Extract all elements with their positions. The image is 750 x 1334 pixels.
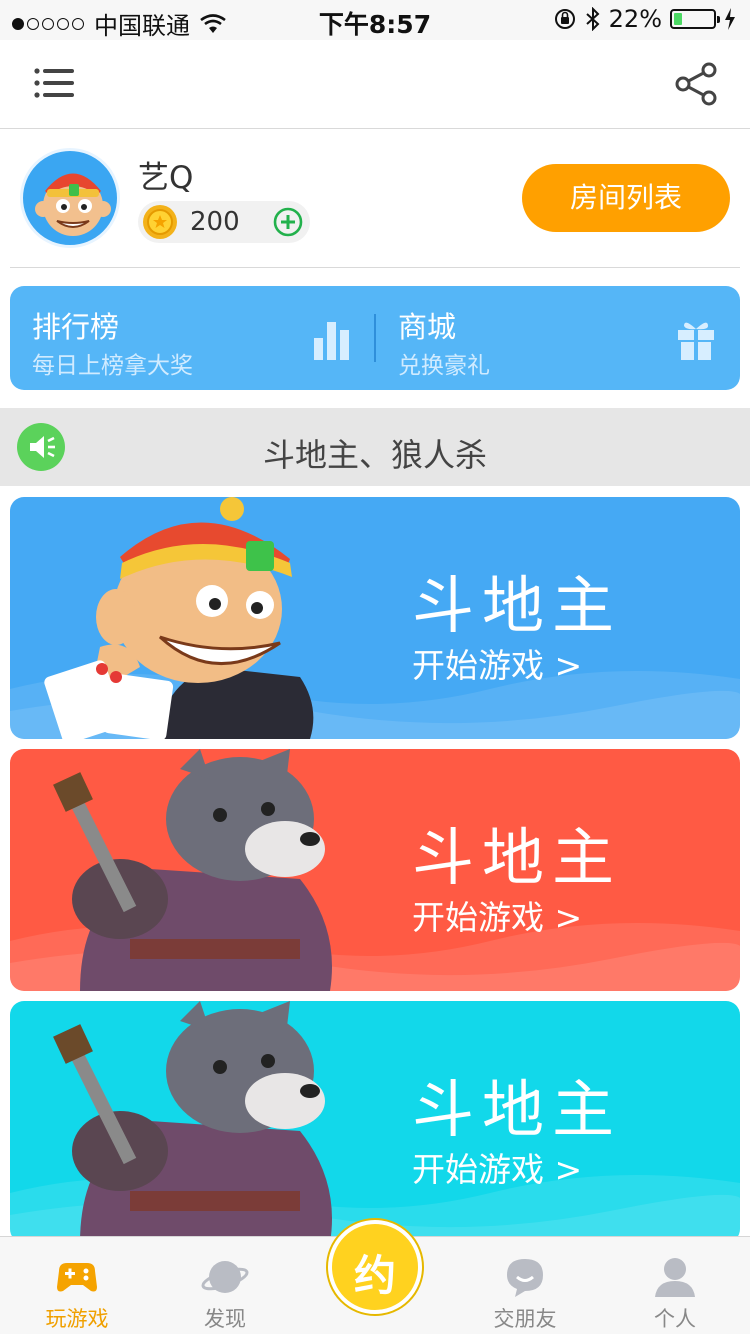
profile-section: 艺Q 200 房间列表 xyxy=(0,129,750,269)
share-icon[interactable] xyxy=(674,62,720,106)
wolf-character-illustration xyxy=(53,1001,332,1243)
battery-percent: 22% xyxy=(608,5,662,33)
profile-divider xyxy=(10,267,740,268)
feature-panel: 排行榜 每日上榜拿大奖 商城 兑换豪礼 xyxy=(10,286,740,390)
landlord-character-illustration xyxy=(44,497,314,739)
tab-discover[interactable]: 发现 xyxy=(160,1237,290,1334)
announcement-bar[interactable]: 斗地主、狼人杀 xyxy=(0,408,750,486)
shop-entry[interactable]: 商城 兑换豪礼 xyxy=(376,286,740,390)
gamepad-icon xyxy=(57,1263,97,1292)
leaderboard-subtitle: 每日上榜拿大奖 xyxy=(32,353,193,379)
game-card-wolf-cyan[interactable]: 斗地主 开始游戏 > xyxy=(10,1001,740,1243)
nickname: 艺Q xyxy=(138,160,194,196)
game-card-wolf-red[interactable]: 斗地主 开始游戏 > xyxy=(10,749,740,991)
leaderboard-entry[interactable]: 排行榜 每日上榜拿大奖 xyxy=(10,286,374,390)
menu-icon[interactable] xyxy=(34,67,74,99)
top-navigation-bar xyxy=(0,40,750,129)
announcement-text: 斗地主、狼人杀 xyxy=(262,436,487,474)
game-title: 斗地主 xyxy=(412,1073,623,1146)
add-coins-icon[interactable] xyxy=(273,207,303,237)
tab-label: 发现 xyxy=(204,1307,246,1331)
appointment-center-button[interactable]: 约 xyxy=(328,1220,422,1314)
appointment-label: 约 xyxy=(353,1251,396,1300)
battery-icon xyxy=(670,9,720,29)
status-right: 22% xyxy=(553,5,736,33)
bluetooth-icon xyxy=(585,7,600,31)
shop-subtitle: 兑换豪礼 xyxy=(398,353,490,379)
tab-make-friends[interactable]: 交朋友 xyxy=(460,1237,590,1334)
tab-label: 交朋友 xyxy=(493,1307,557,1331)
game-title: 斗地主 xyxy=(412,821,623,894)
orientation-lock-icon xyxy=(554,9,575,29)
wolf-character-illustration xyxy=(53,749,332,991)
room-list-button[interactable]: 房间列表 xyxy=(522,164,730,232)
game-card-landlord[interactable]: 斗地主 开始游戏 > xyxy=(10,497,740,739)
coin-balance: 200 xyxy=(138,201,310,243)
tab-play-games[interactable]: 玩游戏 xyxy=(12,1237,142,1334)
leaderboard-title: 排行榜 xyxy=(32,310,120,344)
game-title: 斗地主 xyxy=(412,569,623,642)
coin-icon xyxy=(143,205,177,239)
gift-icon xyxy=(678,322,714,360)
bar-chart-icon xyxy=(314,322,349,360)
charging-icon xyxy=(725,8,735,30)
person-icon xyxy=(655,1258,695,1297)
tab-label: 个人 xyxy=(654,1307,696,1331)
start-game-link[interactable]: 开始游戏 > xyxy=(412,639,582,687)
start-game-link[interactable]: 开始游戏 > xyxy=(412,1143,582,1191)
chat-bubble-icon xyxy=(507,1259,543,1297)
shop-title: 商城 xyxy=(398,310,457,344)
coin-value: 200 xyxy=(190,207,240,237)
tab-profile[interactable]: 个人 xyxy=(610,1237,740,1334)
status-bar: 中国联通 下午8:57 22% xyxy=(0,0,750,40)
tab-label: 玩游戏 xyxy=(45,1307,109,1331)
start-game-link[interactable]: 开始游戏 > xyxy=(412,891,582,939)
planet-icon xyxy=(201,1261,249,1293)
avatar[interactable] xyxy=(20,148,120,248)
